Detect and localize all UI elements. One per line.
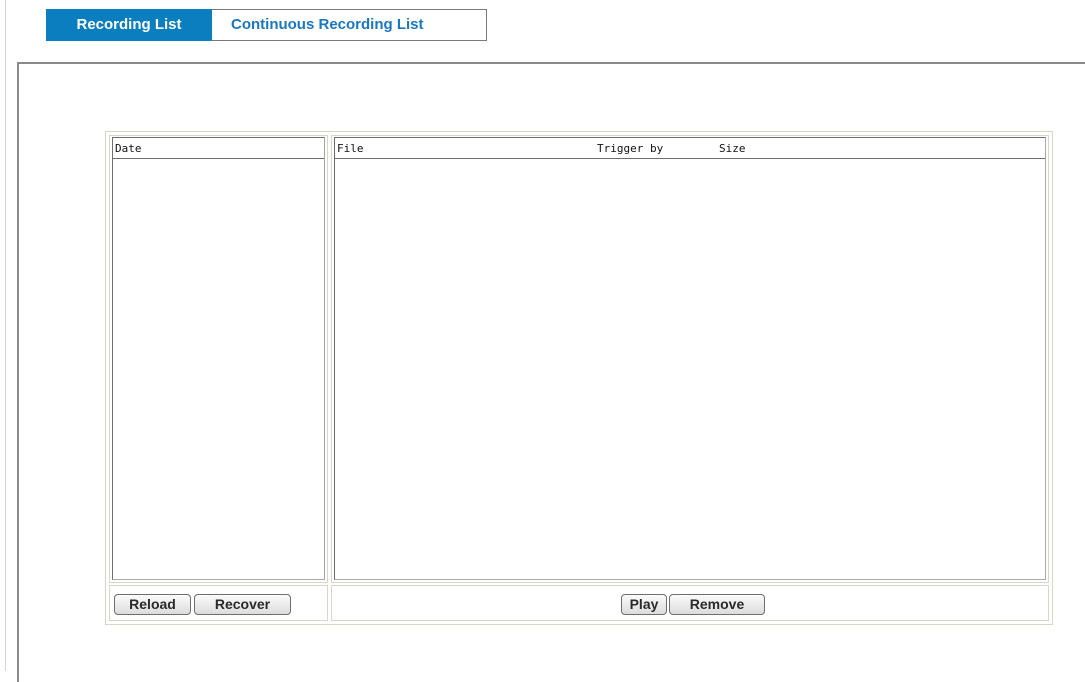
column-header-file: File bbox=[337, 142, 364, 155]
tab-recording-list[interactable]: Recording List bbox=[46, 9, 212, 41]
left-edge-border bbox=[5, 0, 6, 671]
date-buttons-cell: Reload Recover bbox=[109, 585, 328, 621]
date-header-divider bbox=[113, 158, 324, 159]
column-header-trigger-by: Trigger by bbox=[597, 142, 664, 155]
date-header: Date bbox=[115, 142, 142, 155]
tab-bar: Recording List Continuous Recording List bbox=[46, 9, 487, 41]
column-header-size: Size bbox=[719, 142, 746, 155]
file-header-divider bbox=[335, 158, 1045, 159]
reload-button[interactable]: Reload bbox=[114, 594, 191, 615]
play-button[interactable]: Play bbox=[621, 594, 667, 615]
date-cell: Date bbox=[109, 135, 328, 583]
tab-continuous-recording-list[interactable]: Continuous Recording List bbox=[212, 9, 487, 41]
file-listbox[interactable]: File Trigger by Size bbox=[334, 137, 1046, 580]
recording-table: Date File Trigger by Size Reload Recover… bbox=[105, 131, 1053, 625]
file-buttons-cell: Play Remove bbox=[331, 585, 1049, 621]
recover-button[interactable]: Recover bbox=[194, 594, 291, 615]
file-cell: File Trigger by Size bbox=[331, 135, 1049, 583]
date-listbox[interactable]: Date bbox=[112, 137, 325, 580]
remove-button[interactable]: Remove bbox=[669, 594, 765, 615]
